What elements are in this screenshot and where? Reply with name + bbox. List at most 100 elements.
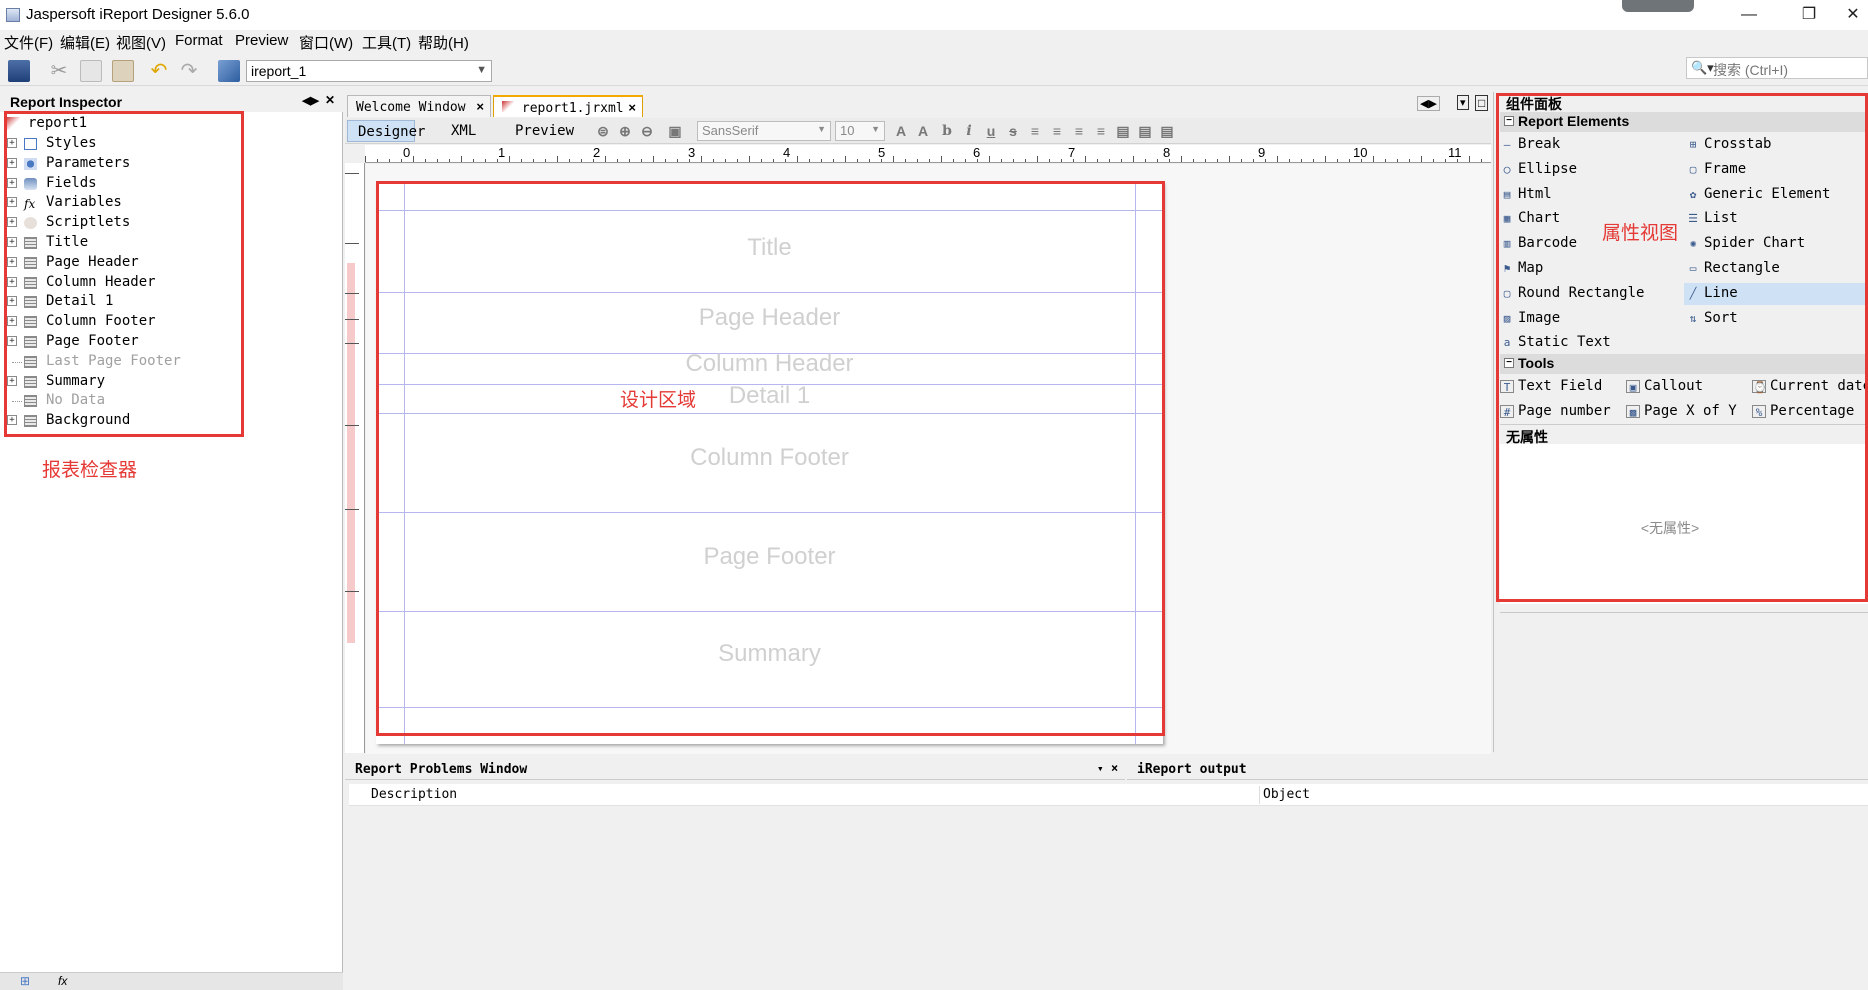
- project-selector[interactable]: ireport_1 ▼: [246, 60, 492, 82]
- copy-icon[interactable]: [80, 60, 102, 82]
- ruler-label: 5: [878, 145, 886, 160]
- close-panel-icon[interactable]: ×: [1111, 761, 1118, 775]
- ruler-tick: [629, 159, 630, 162]
- menu-format[interactable]: Format: [175, 32, 223, 49]
- menu-help[interactable]: 帮助(H): [418, 32, 469, 53]
- ruler-label: 11: [1448, 145, 1462, 160]
- restore-button[interactable]: ❐: [1786, 2, 1832, 28]
- ruler-tick: [1121, 159, 1122, 162]
- ruler-tick: [845, 156, 846, 162]
- align-center-icon[interactable]: ≡: [1071, 123, 1087, 139]
- band-marker[interactable]: [345, 509, 359, 510]
- ruler-label: 7: [1068, 145, 1076, 160]
- band-marker[interactable]: [345, 293, 359, 294]
- band-marker[interactable]: [345, 319, 359, 320]
- font-name-value: SansSerif: [702, 123, 759, 138]
- underline-icon[interactable]: u: [983, 123, 999, 139]
- ruler-tick: [1409, 159, 1410, 162]
- expression-icon[interactable]: fx: [58, 974, 67, 988]
- minimize-panel-icon[interactable]: ▾: [1097, 762, 1104, 775]
- ruler-tick: [377, 159, 378, 162]
- ruler-tick: [797, 156, 798, 162]
- ruler-tick: [1421, 156, 1422, 162]
- menu-preview[interactable]: Preview: [235, 32, 288, 49]
- ruler-tick: [1277, 156, 1278, 162]
- redo-icon[interactable]: ↷: [178, 60, 200, 82]
- column-description[interactable]: Description: [371, 787, 457, 802]
- italic-icon[interactable]: i: [961, 123, 977, 139]
- minimize-button[interactable]: —: [1726, 2, 1772, 28]
- menu-edit[interactable]: 编辑(E): [60, 32, 110, 53]
- align-left-icon[interactable]: ≡: [1027, 123, 1043, 139]
- tab-report1[interactable]: report1.jrxml ×: [493, 95, 643, 117]
- inspector-header: Report Inspector ◀▶ ✕: [0, 92, 343, 112]
- ruler-tick: [1433, 159, 1434, 162]
- run-report-icon[interactable]: [218, 60, 240, 82]
- column-divider[interactable]: [1259, 786, 1260, 804]
- ruler-tick: [1037, 156, 1038, 162]
- drag-handle[interactable]: [1622, 0, 1694, 12]
- zoom-in-icon[interactable]: ⊕: [617, 123, 633, 139]
- minimize-panel-icon[interactable]: ◀▶: [302, 94, 319, 107]
- tree-view-icon[interactable]: ⊞: [20, 974, 30, 988]
- column-object[interactable]: Object: [1263, 787, 1310, 802]
- menu-tools[interactable]: 工具(T): [362, 32, 411, 53]
- zoom-tool-icon[interactable]: ⊜: [595, 123, 611, 139]
- bold-icon[interactable]: b: [939, 123, 955, 139]
- align-middle-icon[interactable]: ▤: [1137, 123, 1153, 139]
- ireport-output-header[interactable]: iReport output: [1127, 760, 1868, 780]
- scroll-tabs-icon[interactable]: ◀▶: [1417, 96, 1440, 111]
- tab-welcome-window[interactable]: Welcome Window ×: [347, 95, 491, 117]
- preview-view-button[interactable]: Preview: [505, 120, 584, 142]
- menu-view[interactable]: 视图(V): [116, 32, 166, 53]
- ruler-tick: [773, 159, 774, 162]
- tab-report1-label: report1.jrxml: [521, 101, 624, 116]
- format-painter-icon[interactable]: ▣: [667, 123, 683, 139]
- band-marker[interactable]: [345, 343, 359, 344]
- ruler-tick: [1073, 159, 1074, 162]
- band-marker[interactable]: [345, 173, 359, 174]
- save-all-icon[interactable]: [8, 60, 30, 82]
- close-icon[interactable]: ×: [628, 100, 636, 115]
- font-name-combo[interactable]: SansSerif ▼: [697, 121, 831, 141]
- tab-list-icon[interactable]: ▾: [1457, 95, 1469, 110]
- align-right-icon[interactable]: ≡: [1093, 123, 1109, 139]
- align-top-icon[interactable]: ▤: [1115, 123, 1131, 139]
- ruler-tick: [905, 159, 906, 162]
- ruler-tick: [1133, 156, 1134, 162]
- decrease-font-icon[interactable]: A: [915, 123, 931, 139]
- cut-icon[interactable]: ✂: [48, 60, 70, 82]
- search-icon: 🔍▾: [1691, 60, 1714, 75]
- maximize-icon[interactable]: □: [1475, 95, 1489, 111]
- ruler-tick: [1265, 159, 1266, 162]
- paste-icon[interactable]: [112, 60, 134, 82]
- ruler-label: 9: [1258, 145, 1266, 160]
- ruler-label: 1: [498, 145, 506, 160]
- close-button[interactable]: ✕: [1830, 2, 1868, 28]
- ruler-tick: [449, 159, 450, 162]
- problems-window-header[interactable]: Report Problems Window ▾ ×: [345, 760, 1125, 780]
- band-marker[interactable]: [345, 243, 359, 244]
- search-input[interactable]: 🔍▾ 搜索 (Ctrl+I): [1686, 57, 1868, 79]
- menu-file[interactable]: 文件(F): [4, 32, 53, 53]
- report-icon: [502, 101, 514, 112]
- zoom-out-icon[interactable]: ⊖: [639, 123, 655, 139]
- font-size-combo[interactable]: 10 ▼: [835, 121, 885, 141]
- xml-view-button[interactable]: XML: [441, 120, 486, 142]
- undo-icon[interactable]: ↶: [148, 60, 170, 82]
- ruler-label: 10: [1353, 145, 1368, 160]
- align-justify-icon[interactable]: ≡: [1049, 123, 1065, 139]
- designer-view-button[interactable]: Designer: [347, 120, 425, 142]
- ruler-tick: [725, 159, 726, 162]
- close-icon[interactable]: ×: [476, 99, 484, 114]
- strikethrough-icon[interactable]: s: [1005, 123, 1021, 139]
- band-marker[interactable]: [345, 591, 359, 592]
- band-marker[interactable]: [345, 425, 359, 426]
- close-panel-icon[interactable]: ✕: [325, 93, 335, 107]
- ruler-tick: [365, 156, 366, 162]
- ruler-tick: [689, 159, 690, 162]
- horizontal-ruler: 0 1 2 3 4 5 6 7 8 9 10 11: [365, 145, 1491, 163]
- increase-font-icon[interactable]: A: [893, 123, 909, 139]
- align-bottom-icon[interactable]: ▤: [1159, 123, 1175, 139]
- menu-window[interactable]: 窗口(W): [299, 32, 353, 53]
